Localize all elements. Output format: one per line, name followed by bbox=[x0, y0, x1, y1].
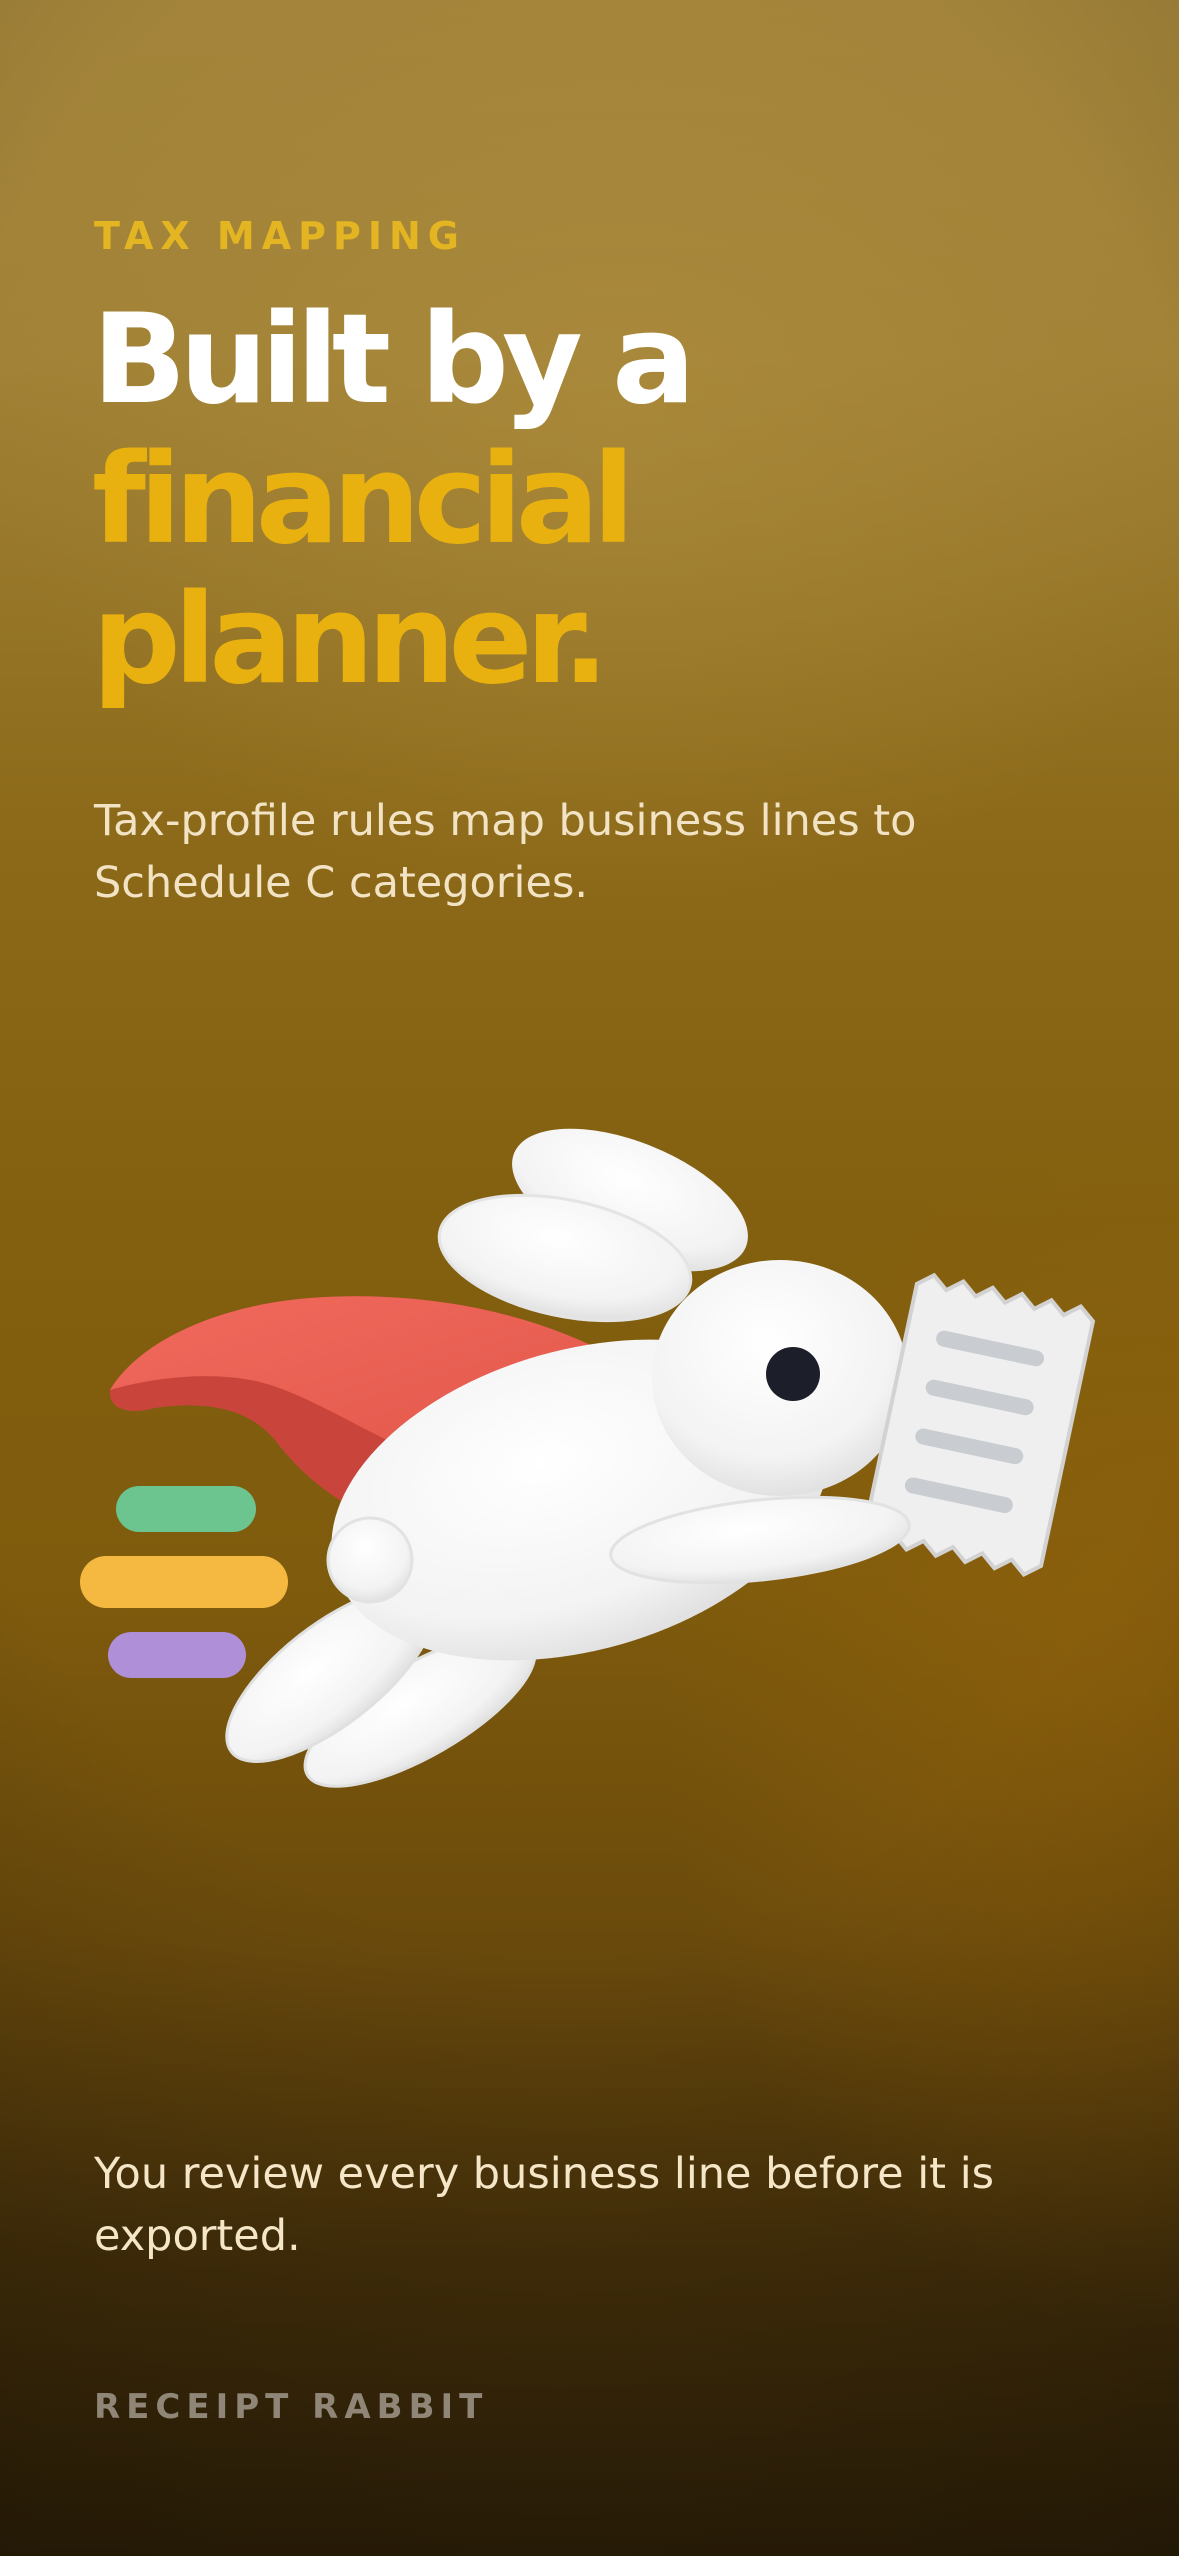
headline-line-2: financial bbox=[92, 428, 635, 572]
headline-line-1: Built by a bbox=[92, 288, 696, 432]
headline: Built by a financial planner. bbox=[92, 288, 696, 712]
speed-line-green bbox=[116, 1486, 256, 1532]
review-note: You review every business line before it… bbox=[94, 2149, 995, 2261]
brand-wordmark: RECEIPT RABBIT bbox=[94, 2387, 489, 2427]
rabbit-illustration-icon bbox=[80, 1128, 1096, 1788]
speed-line-yellow bbox=[80, 1556, 288, 1608]
rabbit-eye bbox=[766, 1347, 820, 1401]
subtitle: Tax-profile rules map business lines to … bbox=[94, 796, 917, 908]
speed-lines bbox=[80, 1486, 288, 1678]
rabbit-tail bbox=[326, 1516, 414, 1604]
headline-line-3: planner. bbox=[92, 568, 609, 712]
onboarding-screen: TAX MAPPING Built by a financial planner… bbox=[0, 0, 1179, 2556]
speed-line-purple bbox=[108, 1632, 246, 1678]
eyebrow-label: TAX MAPPING bbox=[94, 214, 466, 258]
